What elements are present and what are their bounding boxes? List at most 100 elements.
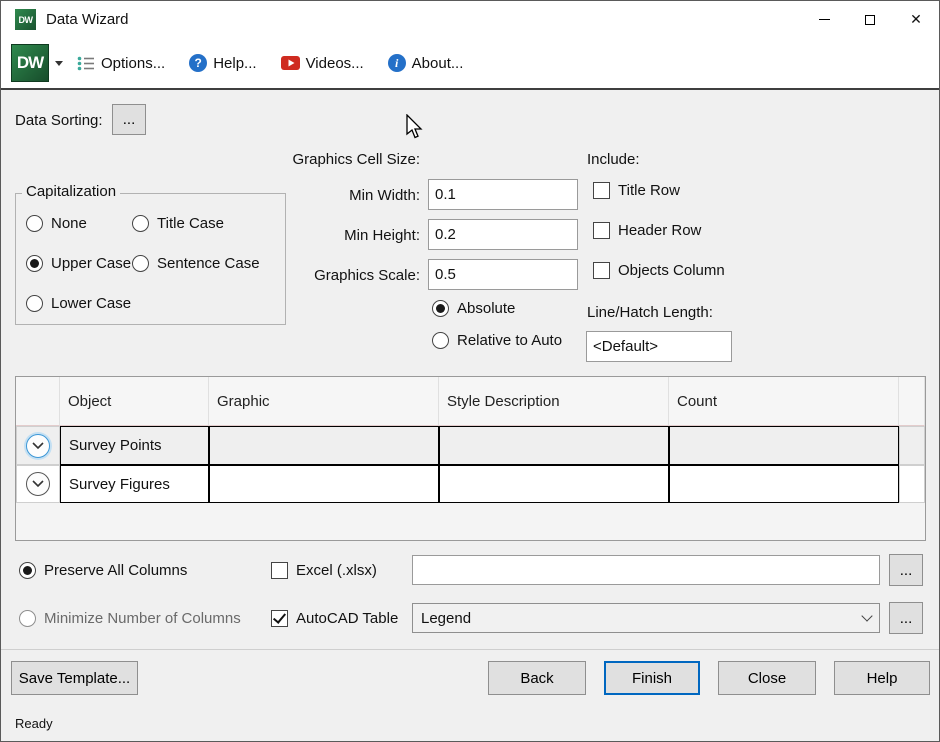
chevron-down-icon xyxy=(32,442,44,450)
about-label: About... xyxy=(412,55,464,72)
radio-circle xyxy=(19,610,36,627)
objects-column-label: Objects Column xyxy=(618,262,725,279)
app-logo-button[interactable]: DW xyxy=(11,44,49,82)
window-title: Data Wizard xyxy=(46,11,129,28)
expand-row-button[interactable] xyxy=(26,434,50,458)
cap-upper-case-label: Upper Case xyxy=(51,255,131,272)
help-icon xyxy=(189,54,207,72)
table-cell-style-description[interactable] xyxy=(439,426,669,465)
options-button[interactable]: Options... xyxy=(77,55,165,72)
table-cell-style-description[interactable] xyxy=(439,465,669,503)
checkbox-box xyxy=(593,222,610,239)
table-cell-object[interactable]: Survey Points xyxy=(60,426,209,465)
radio-relative-to-auto[interactable]: Relative to Auto xyxy=(432,332,562,349)
status-text: Ready xyxy=(15,716,53,731)
table-row-expand-cell xyxy=(16,426,60,465)
toolbar: DW Options... Help... Videos... About... xyxy=(1,38,939,90)
table-header-style-description: Style Description xyxy=(439,377,669,426)
radio-cap-sentence-case[interactable]: Sentence Case xyxy=(132,255,260,272)
videos-button[interactable]: Videos... xyxy=(281,55,364,72)
excel-path-input[interactable] xyxy=(412,555,880,585)
help-button[interactable]: Help... xyxy=(189,54,256,72)
table-cell-trailing xyxy=(899,426,925,465)
table-cell-object[interactable]: Survey Figures xyxy=(60,465,209,503)
autocad-table-style-select[interactable]: Legend xyxy=(412,603,880,633)
videos-label: Videos... xyxy=(306,55,364,72)
mouse-cursor xyxy=(405,114,423,140)
close-icon xyxy=(910,11,922,28)
radio-circle xyxy=(432,332,449,349)
table-header-count: Count xyxy=(669,377,899,426)
expand-row-button[interactable] xyxy=(26,472,50,496)
capitalization-group: Capitalization None Title Case Upper Cas… xyxy=(15,193,286,325)
radio-minimize-number-of-columns[interactable]: Minimize Number of Columns xyxy=(19,610,241,627)
table-cell-count[interactable] xyxy=(669,465,899,503)
data-sorting-browse-button[interactable]: ... xyxy=(112,104,146,135)
checkbox-box xyxy=(593,182,610,199)
radio-circle xyxy=(26,255,43,272)
checkbox-box xyxy=(271,610,288,627)
radio-cap-title-case[interactable]: Title Case xyxy=(132,215,224,232)
radio-preserve-all-columns[interactable]: Preserve All Columns xyxy=(19,562,187,579)
radio-cap-upper-case[interactable]: Upper Case xyxy=(26,255,131,272)
maximize-button[interactable] xyxy=(847,1,893,38)
checkbox-excel[interactable]: Excel (.xlsx) xyxy=(271,562,377,579)
table-cell-graphic[interactable] xyxy=(209,465,439,503)
header-row-label: Header Row xyxy=(618,222,701,239)
radio-circle xyxy=(26,215,43,232)
min-width-input[interactable] xyxy=(428,179,578,210)
preserve-all-columns-label: Preserve All Columns xyxy=(44,562,187,579)
maximize-icon xyxy=(865,15,875,25)
table-row-expand-cell xyxy=(16,465,60,503)
table-cell-count[interactable] xyxy=(669,426,899,465)
help-label: Help... xyxy=(213,55,256,72)
about-button[interactable]: About... xyxy=(388,54,464,72)
cap-sentence-case-label: Sentence Case xyxy=(157,255,260,272)
save-template-button[interactable]: Save Template... xyxy=(11,661,138,695)
checkbox-header-row[interactable]: Header Row xyxy=(593,222,701,239)
titlebar: DW Data Wizard xyxy=(1,1,939,38)
radio-cap-none[interactable]: None xyxy=(26,215,87,232)
video-icon xyxy=(281,56,300,70)
radio-circle xyxy=(432,300,449,317)
table-header-graphic: Graphic xyxy=(209,377,439,426)
radio-cap-lower-case[interactable]: Lower Case xyxy=(26,295,131,312)
help-button-footer[interactable]: Help xyxy=(834,661,930,695)
cap-none-label: None xyxy=(51,215,87,232)
excel-browse-button[interactable]: ... xyxy=(889,554,923,586)
radio-absolute[interactable]: Absolute xyxy=(432,300,515,317)
chevron-down-icon xyxy=(32,480,44,488)
objects-table: Object Graphic Style Description Count S… xyxy=(15,376,926,541)
footer-divider xyxy=(1,649,939,650)
close-button[interactable] xyxy=(893,1,939,38)
min-height-input[interactable] xyxy=(428,219,578,250)
close-dialog-button[interactable]: Close xyxy=(718,661,816,695)
checkbox-box xyxy=(593,262,610,279)
table-cell-graphic[interactable] xyxy=(209,426,439,465)
list-icon xyxy=(77,56,95,71)
radio-circle xyxy=(132,215,149,232)
checkbox-autocad-table[interactable]: AutoCAD Table xyxy=(271,610,398,627)
options-label: Options... xyxy=(101,55,165,72)
finish-button[interactable]: Finish xyxy=(604,661,700,695)
checkbox-title-row[interactable]: Title Row xyxy=(593,182,680,199)
line-hatch-length-input[interactable] xyxy=(586,331,732,362)
checkbox-objects-column[interactable]: Objects Column xyxy=(593,262,725,279)
minimize-button[interactable] xyxy=(801,1,847,38)
include-heading: Include: xyxy=(587,151,640,168)
cap-title-case-label: Title Case xyxy=(157,215,224,232)
cap-lower-case-label: Lower Case xyxy=(51,295,131,312)
info-icon xyxy=(388,54,406,72)
table-cell-trailing xyxy=(899,465,925,503)
minimize-columns-label: Minimize Number of Columns xyxy=(44,610,241,627)
logo-dropdown-icon[interactable] xyxy=(55,61,63,66)
graphics-cell-size-heading: Graphics Cell Size: xyxy=(240,151,420,168)
checkbox-box xyxy=(271,562,288,579)
radio-circle xyxy=(132,255,149,272)
title-row-label: Title Row xyxy=(618,182,680,199)
back-button[interactable]: Back xyxy=(488,661,586,695)
excel-label: Excel (.xlsx) xyxy=(296,562,377,579)
graphics-scale-input[interactable] xyxy=(428,259,578,290)
autocad-browse-button[interactable]: ... xyxy=(889,602,923,634)
chevron-down-icon xyxy=(861,610,872,621)
